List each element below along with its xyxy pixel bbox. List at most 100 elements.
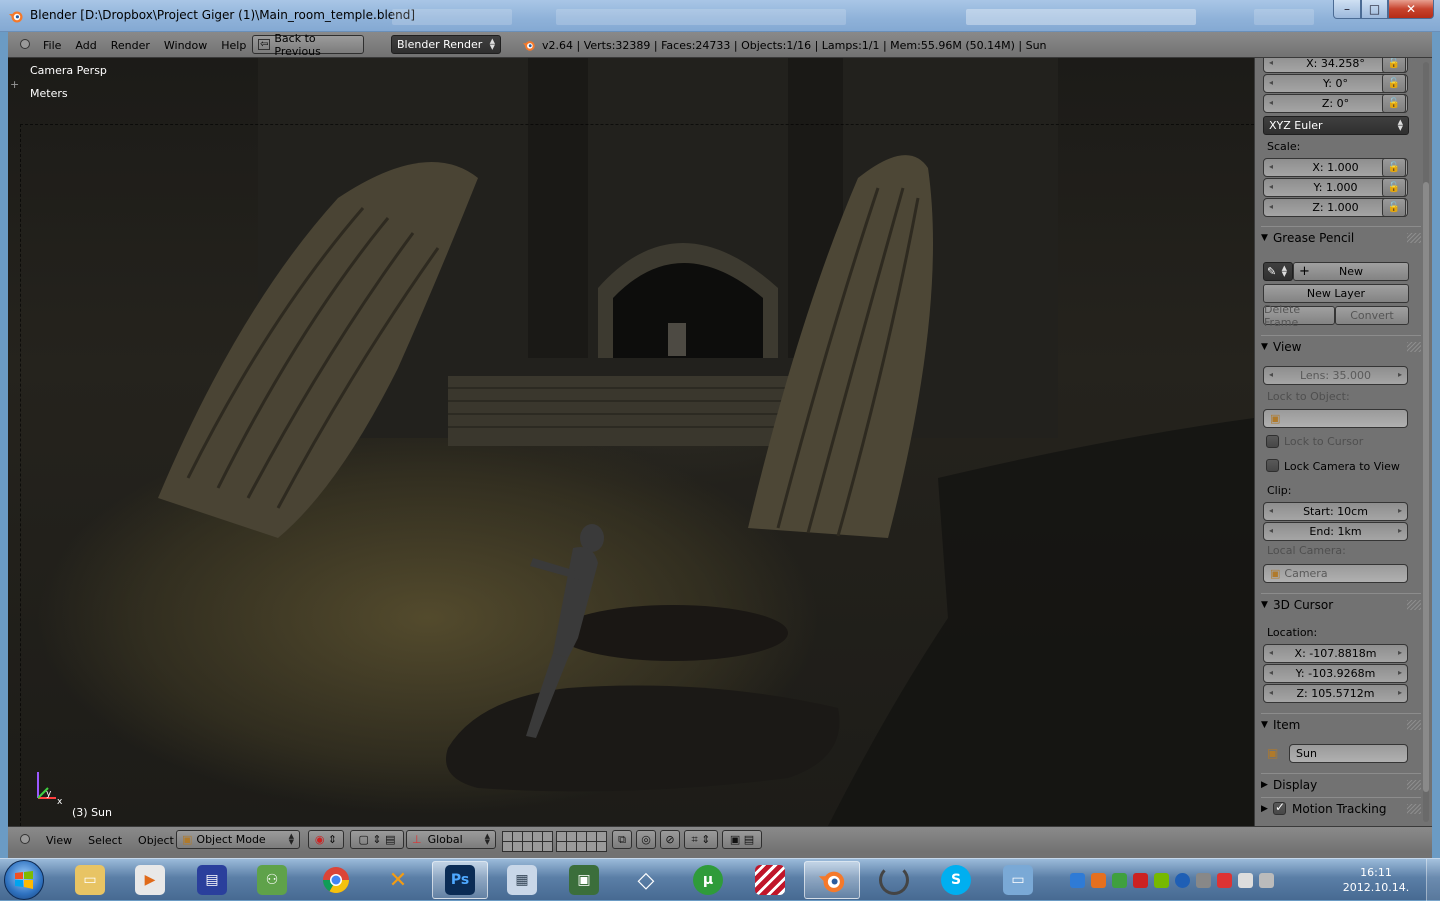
pivot-point-icon[interactable]: ▢ ⇕ ▤ bbox=[350, 830, 404, 849]
close-button[interactable]: ✕ bbox=[1388, 0, 1434, 19]
snap-element-select[interactable]: ⌗ ⇕ bbox=[684, 830, 718, 849]
show-desktop-button[interactable] bbox=[1426, 859, 1440, 901]
taskbar-blender[interactable] bbox=[804, 861, 860, 899]
cursor-y-field[interactable]: ◂ Y: -103.9268m ▸ bbox=[1263, 664, 1408, 683]
lock-camera-checkbox[interactable] bbox=[1266, 459, 1279, 472]
menu-render[interactable]: Render bbox=[104, 39, 157, 52]
taskbar-media-player[interactable]: ▶ bbox=[122, 861, 178, 899]
layer-buttons-1[interactable] bbox=[502, 831, 553, 852]
nvidia-icon[interactable] bbox=[1154, 872, 1169, 888]
lock-layers-icon[interactable]: ⧉ bbox=[612, 830, 632, 849]
display-header[interactable]: ▶ Display bbox=[1261, 773, 1421, 795]
rotation-mode-select[interactable]: XYZ Euler ▲ ▼ bbox=[1263, 116, 1409, 135]
photo-viewer-icon: ▭ bbox=[1003, 865, 1033, 895]
snap-icon[interactable]: ⊘ bbox=[660, 830, 680, 849]
lock-icon[interactable]: 🔓 bbox=[1382, 198, 1406, 217]
editor-type-icon[interactable] bbox=[20, 39, 30, 49]
cursor-z-field[interactable]: ◂ Z: 105.5712m ▸ bbox=[1263, 684, 1408, 703]
motion-tracking-checkbox[interactable] bbox=[1273, 800, 1286, 815]
maximize-button[interactable]: □ bbox=[1361, 0, 1388, 19]
lock-to-object-field[interactable]: ▣ bbox=[1263, 409, 1408, 428]
taskbar-xamp[interactable]: ✕ bbox=[370, 861, 426, 899]
windows-taskbar: ▭ ▶ ▤ ⚇ ✕ Ps ▦ ▣ ◇ µ S ▭ 16:11 2012.10.1… bbox=[0, 858, 1440, 901]
taskbar-chrome[interactable] bbox=[308, 861, 364, 899]
tray-red-icon[interactable] bbox=[1133, 872, 1148, 888]
taskbar-loading-app[interactable] bbox=[866, 861, 922, 899]
stripes-app-icon bbox=[755, 865, 785, 895]
location-label: Location: bbox=[1267, 626, 1318, 639]
lock-icon[interactable]: 🔓 bbox=[1382, 94, 1406, 113]
clock-date: 2012.10.14. bbox=[1342, 881, 1410, 894]
window-titlebar: Blender [D:\Dropbox\Project Giger (1)\Ma… bbox=[0, 0, 1440, 32]
grease-pencil-new-button[interactable]: + New bbox=[1293, 262, 1409, 281]
menu-view[interactable]: View bbox=[38, 834, 80, 847]
item-name-field[interactable]: Sun bbox=[1289, 744, 1408, 763]
motion-tracking-header[interactable]: ▶ Motion Tracking bbox=[1261, 797, 1421, 819]
active-object-label: (3) Sun bbox=[72, 806, 113, 819]
taskbar-skype[interactable]: S bbox=[928, 861, 984, 899]
taskbar-network[interactable]: ⚇ bbox=[244, 861, 300, 899]
transform-orientation-select[interactable]: ⊥ Global ▲ ▼ bbox=[406, 830, 496, 849]
menu-help[interactable]: Help bbox=[214, 39, 253, 52]
system-clock[interactable]: 16:11 2012.10.14. bbox=[1340, 865, 1412, 895]
toolshelf-toggle-icon[interactable]: + bbox=[10, 78, 19, 91]
local-camera-field[interactable]: ▣ Camera bbox=[1263, 564, 1408, 583]
grease-pencil-header[interactable]: ▼ Grease Pencil bbox=[1261, 226, 1421, 248]
scene-stats-text: v2.64 | Verts:32389 | Faces:24733 | Obje… bbox=[542, 38, 1047, 52]
taskbar-calculator[interactable]: ▦ bbox=[494, 861, 550, 899]
taskbar-unity[interactable]: ◇ bbox=[618, 861, 674, 899]
3d-cursor-header[interactable]: ▼ 3D Cursor bbox=[1261, 593, 1421, 615]
shield-icon[interactable] bbox=[1112, 872, 1127, 888]
lock-icon[interactable]: 🔓 bbox=[1382, 74, 1406, 93]
view-header[interactable]: ▼ View bbox=[1261, 335, 1421, 357]
menu-file[interactable]: File bbox=[36, 39, 68, 52]
editor-type-icon[interactable] bbox=[20, 834, 30, 844]
lock-icon[interactable]: 🔓 bbox=[1382, 178, 1406, 197]
clip-end-field[interactable]: ◂ End: 1km ▸ bbox=[1263, 522, 1408, 541]
power-icon[interactable] bbox=[1175, 872, 1190, 888]
layer-buttons-2[interactable] bbox=[556, 831, 607, 852]
back-to-previous-button[interactable]: ⇦ Back to Previous bbox=[252, 32, 364, 58]
lock-icon[interactable]: 🔓 bbox=[1382, 58, 1406, 73]
lens-field[interactable]: ◂ Lens: 35.000 ▸ bbox=[1263, 366, 1408, 385]
taskbar-utorrent[interactable]: µ bbox=[680, 861, 736, 899]
menu-object[interactable]: Object bbox=[130, 834, 182, 847]
item-header[interactable]: ▼ Item bbox=[1261, 713, 1421, 735]
aero-ghost-menu bbox=[392, 9, 512, 25]
proportional-edit-icon[interactable]: ◎ bbox=[636, 830, 656, 849]
lock-icon[interactable]: 🔓 bbox=[1382, 158, 1406, 177]
flag-icon[interactable] bbox=[1217, 872, 1232, 888]
taskbar-explorer[interactable]: ▭ bbox=[62, 861, 118, 899]
properties-panel: ◂X: 34.258°▸ 🔓 ◂Y: 0°▸ 🔓 ◂Z: 0°▸ 🔓 XYZ E… bbox=[1254, 58, 1432, 826]
taskbar-photoshop[interactable]: Ps bbox=[432, 861, 488, 899]
menu-add[interactable]: Add bbox=[68, 39, 103, 52]
chrome-icon bbox=[322, 867, 350, 894]
network-icon[interactable] bbox=[1259, 872, 1274, 888]
cursor-x-field[interactable]: ◂ X: -107.8818m ▸ bbox=[1263, 644, 1408, 663]
object-mode-select[interactable]: ▣ Object Mode ▲ ▼ bbox=[176, 830, 300, 849]
tray-tool-icon[interactable] bbox=[1196, 872, 1211, 888]
minimize-button[interactable]: – bbox=[1333, 0, 1361, 19]
render-engine-select[interactable]: Blender Render ▲ ▼ bbox=[391, 35, 501, 54]
clip-start-field[interactable]: ◂ Start: 10cm ▸ bbox=[1263, 502, 1408, 521]
render-opengl-icon[interactable]: ▣ ▤ bbox=[722, 830, 762, 849]
viewport-shading-select[interactable]: ◉ ⇕ bbox=[308, 830, 344, 849]
taskbar-stripes-app[interactable] bbox=[742, 861, 798, 899]
delete-frame-button[interactable]: Delete Frame bbox=[1263, 303, 1335, 329]
system-tray bbox=[1070, 859, 1274, 901]
taskbar-photo-viewer[interactable]: ▭ bbox=[990, 861, 1046, 899]
pencil-icon[interactable]: ✎ ▲ ▼ bbox=[1263, 262, 1293, 281]
menu-window[interactable]: Window bbox=[157, 39, 214, 52]
volume-icon[interactable] bbox=[1238, 872, 1253, 888]
dropbox-icon[interactable] bbox=[1070, 872, 1085, 888]
start-button[interactable] bbox=[4, 860, 44, 900]
convert-button[interactable]: Convert bbox=[1335, 306, 1409, 325]
menu-select[interactable]: Select bbox=[80, 834, 130, 847]
new-layer-button[interactable]: New Layer bbox=[1263, 284, 1409, 303]
taskbar-system-monitor[interactable]: ▣ bbox=[556, 861, 612, 899]
taskbar-save-app[interactable]: ▤ bbox=[184, 861, 240, 899]
lock-to-cursor-checkbox[interactable] bbox=[1266, 435, 1279, 448]
panel-scrollbar[interactable] bbox=[1423, 62, 1429, 822]
tray-app-icon[interactable] bbox=[1091, 872, 1106, 888]
3d-viewport[interactable]: Camera Persp Meters + y x (3) Sun bbox=[8, 58, 1254, 826]
